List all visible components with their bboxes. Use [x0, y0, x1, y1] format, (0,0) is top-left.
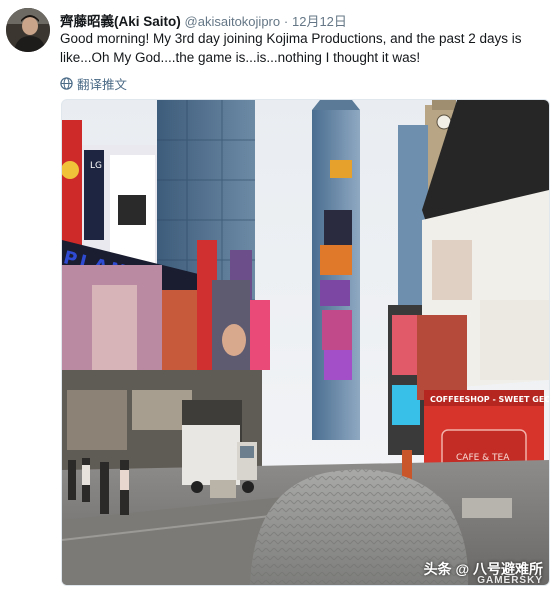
separator-dot: · — [283, 14, 289, 29]
tweet-text: Good morning! My 3rd day joining Kojima … — [60, 31, 522, 65]
tweet-header: 齊藤昭義(Aki Saito) @akisaitokojipro · 12月12… — [60, 10, 540, 30]
translate-label: 翻译推文 — [77, 78, 128, 92]
watermark: 头条 @ 八号避难所 GAMERSKY — [424, 559, 543, 585]
coffee-sign-text: COFFEESHOP - SWEET GEORGE — [430, 395, 549, 404]
translate-tweet-link[interactable]: 翻译推文 — [60, 74, 127, 93]
avatar-image — [6, 8, 50, 52]
globe-icon — [60, 77, 73, 90]
user-handle[interactable]: @akisaitokojipro — [185, 14, 281, 29]
lg-logo-text: LG — [90, 161, 102, 171]
tweet-date[interactable]: 12月12日 — [292, 14, 347, 29]
watermark-brand: GAMERSKY — [477, 575, 543, 586]
avatar[interactable] — [6, 8, 50, 52]
tweet-photo[interactable]: LG PLANET COFFEESHOP - SWEET GEORGE CAFE… — [61, 99, 550, 586]
display-name[interactable]: 齊藤昭義(Aki Saito) — [60, 14, 181, 29]
times-square-photo: LG PLANET COFFEESHOP - SWEET GEORGE CAFE… — [62, 100, 549, 585]
